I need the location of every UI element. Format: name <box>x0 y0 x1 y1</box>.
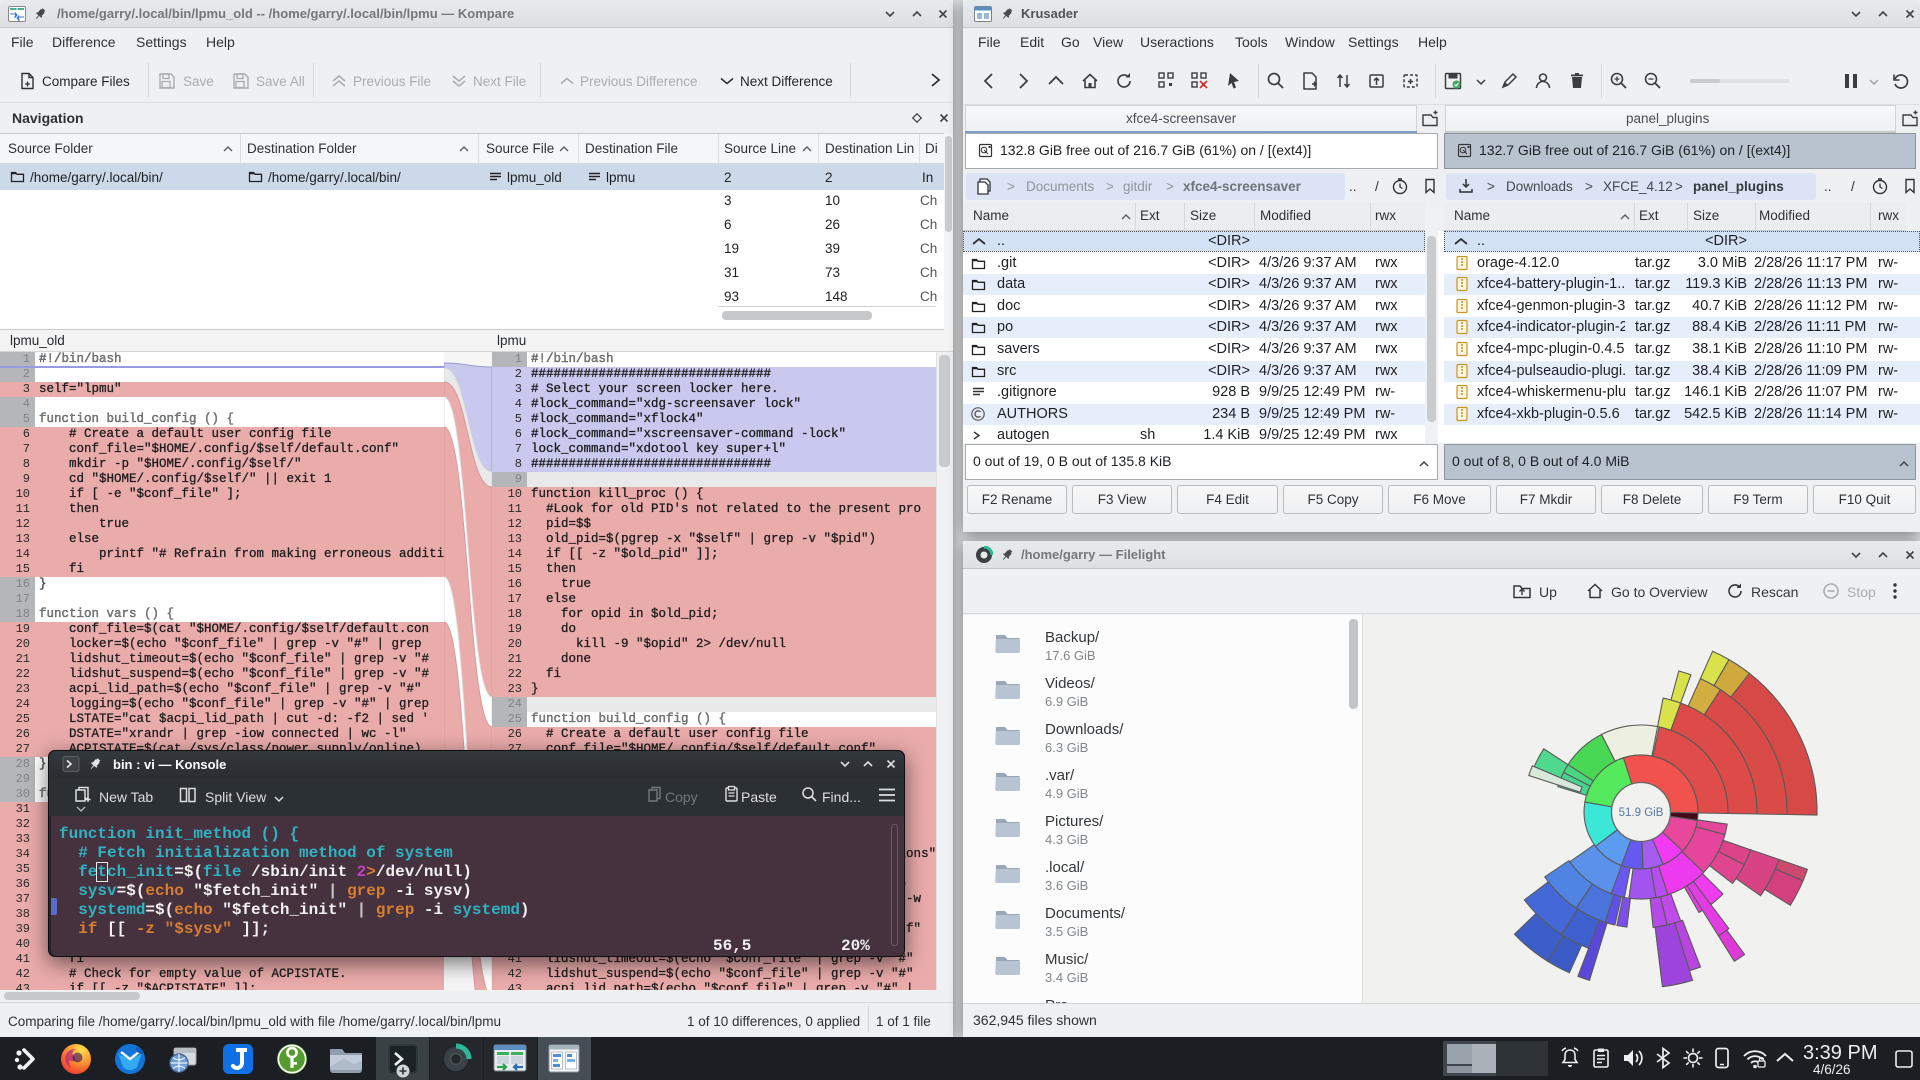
svg-text:51.9 GiB: 51.9 GiB <box>1619 807 1664 819</box>
